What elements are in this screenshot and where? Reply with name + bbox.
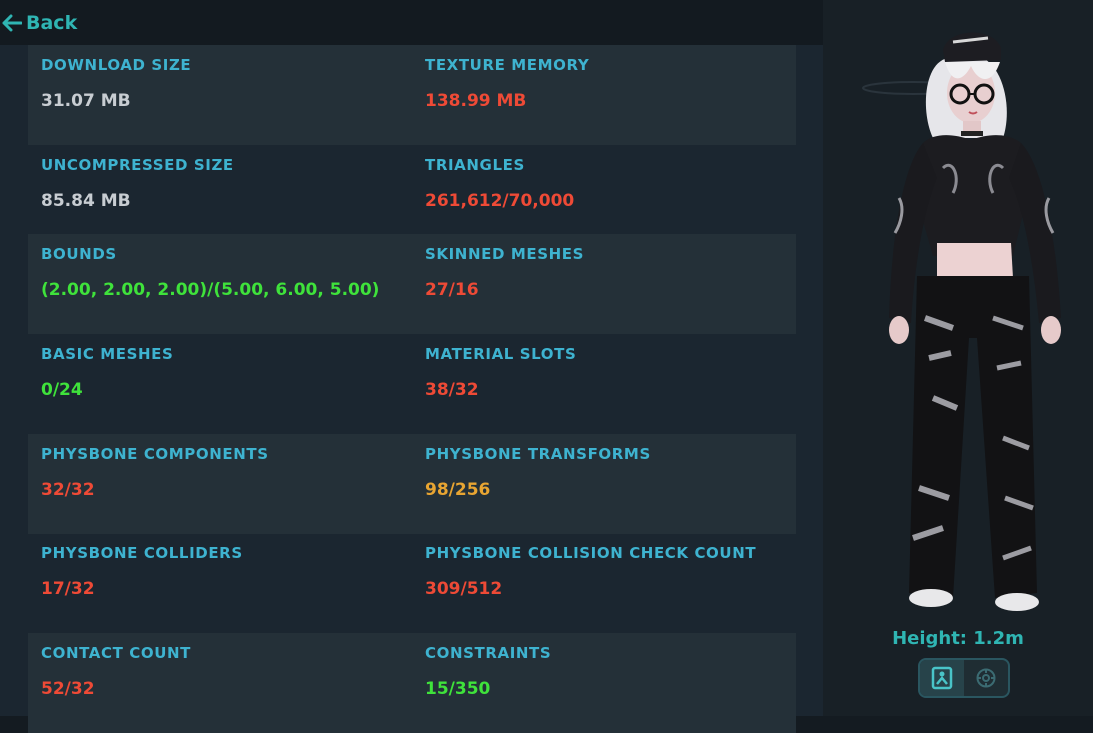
back-button[interactable]: Back (2, 9, 77, 37)
stat-value: 138.99 MB (425, 91, 527, 111)
stat-value: 17/32 (41, 579, 95, 599)
stat-physbone-colliders: PHYSBONE COLLIDERS 17/32 (41, 533, 411, 633)
stat-label: MATERIAL SLOTS (425, 345, 577, 363)
stat-row: DOWNLOAD SIZE 31.07 MB TEXTURE MEMORY 13… (28, 45, 796, 145)
stat-label: PHYSBONE COLLIDERS (41, 544, 243, 562)
stat-row: PHYSBONE COLLIDERS 17/32 PHYSBONE COLLIS… (28, 533, 796, 633)
avatar-model-image[interactable] (853, 18, 1073, 613)
stat-contact-count: CONTACT COUNT 52/32 (41, 633, 411, 733)
stat-constraints: CONSTRAINTS 15/350 (425, 633, 795, 733)
stat-physbone-transforms: PHYSBONE TRANSFORMS 98/256 (425, 434, 795, 534)
stat-label: CONSTRAINTS (425, 644, 552, 662)
avatar-height-label: Height: 1.2m (892, 628, 1024, 649)
avatar-view-icon (931, 666, 953, 690)
view-toggle (918, 658, 1010, 698)
stat-value: 27/16 (425, 280, 479, 300)
stat-row: BOUNDS (2.00, 2.00, 2.00)/(5.00, 6.00, 5… (28, 234, 796, 334)
stat-row: UNCOMPRESSED SIZE 85.84 MB TRIANGLES 261… (28, 145, 796, 245)
stat-label: DOWNLOAD SIZE (41, 56, 192, 74)
stat-bounds: BOUNDS (2.00, 2.00, 2.00)/(5.00, 6.00, 5… (41, 234, 411, 334)
stat-basic-meshes: BASIC MESHES 0/24 (41, 334, 411, 434)
stat-value: 98/256 (425, 480, 491, 500)
stat-value: 0/24 (41, 380, 83, 400)
avatar-preview-panel: Height: 1.2m (823, 0, 1093, 716)
stat-label: PHYSBONE TRANSFORMS (425, 445, 651, 463)
stat-value: 32/32 (41, 480, 95, 500)
stat-label: PHYSBONE COMPONENTS (41, 445, 269, 463)
stat-skinned-meshes: SKINNED MESHES 27/16 (425, 234, 795, 334)
stat-triangles: TRIANGLES 261,612/70,000 (425, 145, 795, 245)
stat-label: TEXTURE MEMORY (425, 56, 590, 74)
stat-label: SKINNED MESHES (425, 245, 585, 263)
stat-value: 38/32 (425, 380, 479, 400)
stat-label: BOUNDS (41, 245, 117, 263)
stat-label: TRIANGLES (425, 156, 525, 174)
stat-value: (2.00, 2.00, 2.00)/(5.00, 6.00, 5.00) (41, 280, 380, 300)
stat-label: UNCOMPRESSED SIZE (41, 156, 234, 174)
stat-physbone-components: PHYSBONE COMPONENTS 32/32 (41, 434, 411, 534)
stat-texture-memory: TEXTURE MEMORY 138.99 MB (425, 45, 795, 145)
stat-value: 309/512 (425, 579, 503, 599)
stat-value: 52/32 (41, 679, 95, 699)
stat-value: 15/350 (425, 679, 491, 699)
stat-download-size: DOWNLOAD SIZE 31.07 MB (41, 45, 411, 145)
arrow-left-icon (2, 14, 22, 32)
stat-row: PHYSBONE COMPONENTS 32/32 PHYSBONE TRANS… (28, 434, 796, 534)
stat-physbone-collision-check-count: PHYSBONE COLLISION CHECK COUNT 309/512 (425, 533, 795, 633)
stat-value: 85.84 MB (41, 191, 131, 211)
settings-view-button[interactable] (964, 660, 1008, 696)
stat-row: CONTACT COUNT 52/32 CONSTRAINTS 15/350 (28, 633, 796, 733)
stat-label: CONTACT COUNT (41, 644, 191, 662)
stat-label: PHYSBONE COLLISION CHECK COUNT (425, 544, 757, 562)
stat-material-slots: MATERIAL SLOTS 38/32 (425, 334, 795, 434)
top-bar: Back (0, 0, 823, 45)
stat-label: BASIC MESHES (41, 345, 174, 363)
avatar-view-button[interactable] (920, 660, 964, 696)
stat-value: 31.07 MB (41, 91, 131, 111)
stat-uncompressed-size: UNCOMPRESSED SIZE 85.84 MB (41, 145, 411, 245)
back-label: Back (26, 12, 78, 34)
performance-stats-panel: DOWNLOAD SIZE 31.07 MB TEXTURE MEMORY 13… (0, 45, 823, 733)
stat-row: BASIC MESHES 0/24 MATERIAL SLOTS 38/32 (28, 334, 796, 434)
stat-value: 261,612/70,000 (425, 191, 575, 211)
settings-view-icon (976, 668, 996, 688)
